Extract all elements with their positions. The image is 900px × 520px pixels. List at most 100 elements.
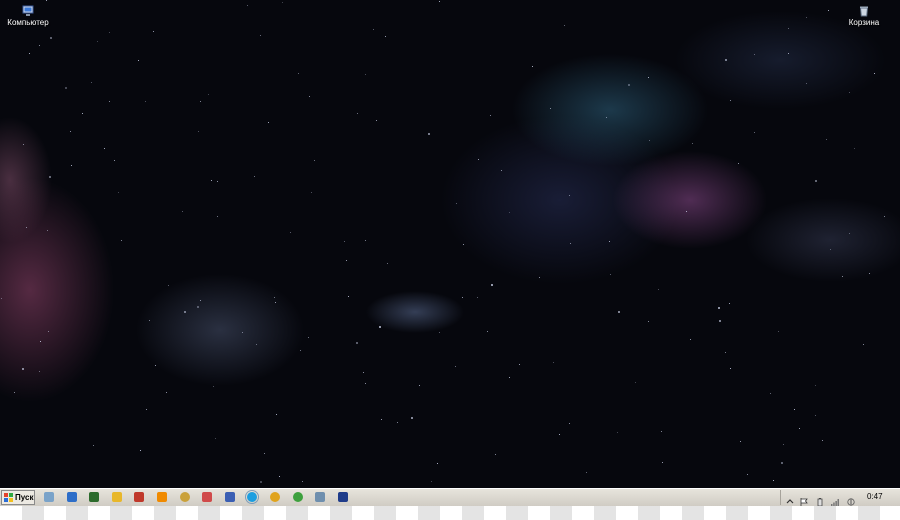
star bbox=[385, 36, 386, 37]
star bbox=[863, 344, 864, 345]
signal-icon[interactable] bbox=[831, 493, 839, 506]
star bbox=[82, 113, 83, 114]
file-explorer-icon[interactable] bbox=[44, 492, 54, 502]
star bbox=[346, 260, 347, 261]
star bbox=[738, 163, 739, 164]
star bbox=[29, 53, 30, 54]
star bbox=[121, 240, 122, 241]
star bbox=[658, 289, 659, 290]
star bbox=[200, 101, 201, 102]
star bbox=[686, 211, 687, 212]
star bbox=[428, 133, 430, 135]
star bbox=[39, 371, 40, 372]
vlc-icon[interactable] bbox=[157, 492, 167, 502]
star bbox=[842, 276, 843, 277]
star bbox=[93, 445, 94, 446]
photoshop-icon[interactable] bbox=[338, 492, 348, 502]
skype-icon[interactable] bbox=[245, 490, 259, 504]
star bbox=[1, 298, 2, 299]
star bbox=[478, 159, 479, 160]
star bbox=[495, 454, 496, 455]
star bbox=[22, 368, 24, 370]
star bbox=[725, 59, 727, 61]
flag-icon[interactable] bbox=[800, 493, 808, 506]
desktop-icon-computer[interactable]: Компьютер bbox=[0, 4, 56, 27]
star bbox=[47, 230, 48, 231]
star bbox=[490, 115, 491, 116]
star bbox=[365, 240, 366, 241]
star bbox=[215, 438, 216, 439]
star bbox=[609, 241, 610, 242]
star bbox=[247, 5, 248, 6]
terminal-icon[interactable] bbox=[89, 492, 99, 502]
star bbox=[300, 350, 301, 351]
star bbox=[730, 100, 731, 101]
star bbox=[146, 409, 147, 410]
volume-icon[interactable] bbox=[847, 493, 855, 506]
star bbox=[381, 419, 382, 420]
battery-icon[interactable] bbox=[816, 493, 824, 507]
star bbox=[610, 274, 611, 275]
star bbox=[153, 31, 154, 32]
star bbox=[854, 148, 855, 149]
recycle-bin-icon bbox=[858, 4, 870, 17]
desktop: Компьютер Корзина Пуск 0:47 bbox=[0, 0, 900, 520]
star bbox=[365, 383, 366, 384]
star bbox=[373, 29, 374, 30]
star bbox=[487, 331, 488, 332]
star bbox=[869, 273, 870, 274]
star bbox=[719, 320, 721, 322]
star bbox=[65, 87, 67, 89]
star bbox=[166, 392, 167, 393]
star bbox=[456, 203, 457, 204]
star bbox=[509, 377, 510, 378]
star bbox=[539, 277, 540, 278]
star bbox=[806, 17, 807, 18]
windows-logo-icon bbox=[4, 493, 13, 502]
clock[interactable]: 0:47 bbox=[867, 492, 883, 501]
desktop-icon-recycle-bin[interactable]: Корзина bbox=[836, 4, 892, 27]
desktop-icon-label: Компьютер bbox=[7, 18, 49, 27]
star bbox=[26, 227, 27, 228]
star bbox=[773, 480, 774, 481]
start-label: Пуск bbox=[15, 493, 34, 502]
star bbox=[197, 306, 199, 308]
star bbox=[275, 302, 276, 303]
star bbox=[184, 311, 186, 313]
computer-icon bbox=[22, 4, 34, 16]
star bbox=[799, 428, 800, 429]
star bbox=[282, 2, 283, 3]
utorrent-icon[interactable] bbox=[293, 492, 303, 502]
star bbox=[376, 120, 377, 121]
star bbox=[145, 101, 146, 102]
chevron-up-icon[interactable] bbox=[786, 493, 794, 504]
star bbox=[276, 414, 277, 415]
star bbox=[260, 481, 262, 483]
scanner-icon[interactable] bbox=[315, 492, 325, 502]
star bbox=[570, 243, 571, 244]
star bbox=[730, 368, 731, 369]
star bbox=[308, 337, 309, 338]
star bbox=[849, 92, 850, 93]
star bbox=[781, 462, 783, 464]
flower-icon[interactable] bbox=[112, 492, 122, 502]
floppy-icon[interactable] bbox=[225, 492, 235, 502]
star bbox=[586, 472, 587, 473]
paint-icon[interactable] bbox=[202, 492, 212, 502]
chrome-icon[interactable] bbox=[270, 492, 280, 502]
winamp-icon[interactable] bbox=[180, 492, 190, 502]
start-button[interactable]: Пуск bbox=[1, 490, 35, 505]
star bbox=[198, 131, 199, 132]
star bbox=[365, 74, 366, 75]
blue-app-icon[interactable] bbox=[67, 492, 77, 502]
star bbox=[309, 96, 310, 97]
star bbox=[815, 180, 817, 182]
star bbox=[649, 140, 650, 141]
star bbox=[49, 176, 51, 178]
star bbox=[501, 170, 502, 171]
star bbox=[114, 160, 115, 161]
shield-icon[interactable] bbox=[134, 492, 144, 502]
star bbox=[463, 244, 464, 245]
star bbox=[70, 131, 71, 132]
star bbox=[815, 415, 816, 416]
